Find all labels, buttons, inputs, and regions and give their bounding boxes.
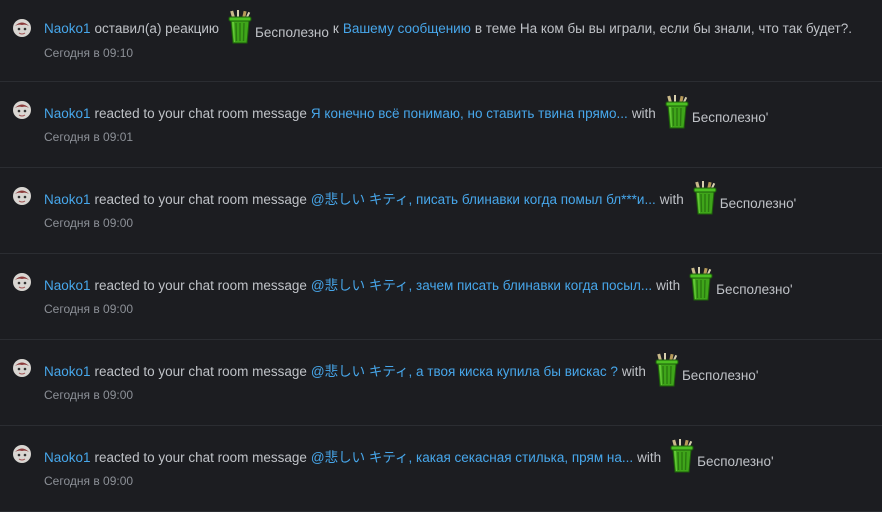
- message-link[interactable]: Я конечно всё понимаю, но ставить твина …: [311, 104, 628, 124]
- reaction-name: Бесполезно': [681, 368, 759, 383]
- reaction: Бесполезно': [654, 357, 758, 387]
- notification-item: Naoko1 reacted to your chat room message…: [0, 82, 882, 168]
- reaction-name: Бесполезно': [716, 282, 793, 297]
- notification-list: Naoko1 оставил(а) реакцию Бесполезно к В…: [0, 0, 882, 512]
- trash-bin-icon: [692, 181, 718, 215]
- with-text: with: [637, 450, 662, 465]
- reaction: Бесполезно': [664, 99, 768, 129]
- notification-item: Naoko1 reacted to your chat room message…: [0, 168, 882, 254]
- user-avatar[interactable]: [12, 100, 32, 120]
- notification-item: Naoko1 reacted to your chat room message…: [0, 426, 882, 512]
- timestamp: Сегодня в 09:10: [44, 46, 134, 60]
- timestamp: Сегодня в 09:01: [44, 130, 134, 144]
- with-text: with: [631, 106, 656, 121]
- username-link[interactable]: Naoko1: [44, 104, 91, 124]
- reaction-name: Бесполезно: [255, 25, 329, 40]
- user-avatar[interactable]: [12, 186, 32, 206]
- user-avatar[interactable]: [12, 272, 32, 292]
- with-text: with: [656, 278, 681, 293]
- trash-bin-icon: [664, 95, 690, 129]
- timestamp: Сегодня в 09:00: [44, 302, 134, 316]
- trash-bin-icon: [688, 267, 714, 301]
- username-link[interactable]: Naoko1: [44, 448, 91, 468]
- timestamp: Сегодня в 09:00: [44, 216, 134, 230]
- thread-text: в теме На ком бы вы играли, если бы знал…: [474, 21, 852, 36]
- with-text: with: [659, 192, 684, 207]
- username-link[interactable]: Naoko1: [44, 362, 91, 382]
- preposition-text: к: [332, 21, 339, 36]
- reaction-name: Бесполезно': [691, 110, 769, 125]
- notification-text: Naoko1 оставил(а) реакцию Бесполезно к В…: [44, 14, 856, 44]
- notification-text: Naoko1 reacted to your chat room message…: [44, 357, 758, 387]
- user-avatar[interactable]: [12, 444, 32, 464]
- reaction: Бесполезно: [227, 14, 329, 44]
- action-text: reacted to your chat room message: [94, 364, 307, 379]
- user-avatar[interactable]: [12, 358, 32, 378]
- notification-item: Naoko1 оставил(а) реакцию Бесполезно к В…: [0, 0, 882, 82]
- username-link[interactable]: Naoko1: [44, 276, 91, 296]
- notification-item: Naoko1 reacted to your chat room message…: [0, 254, 882, 340]
- message-link[interactable]: @悲しい キティ, зачем писать блинавки когда по…: [311, 276, 652, 296]
- message-link[interactable]: @悲しい キティ, какая секасная стилька, прям н…: [311, 448, 633, 468]
- action-text: reacted to your chat room message: [94, 106, 307, 121]
- notification-text: Naoko1 reacted to your chat room message…: [44, 271, 793, 301]
- action-text: reacted to your chat room message: [94, 192, 307, 207]
- username-link[interactable]: Naoko1: [44, 19, 91, 39]
- trash-bin-icon: [227, 10, 253, 44]
- reaction: Бесполезно': [669, 443, 774, 473]
- user-avatar[interactable]: [12, 18, 32, 38]
- message-link[interactable]: @悲しい キティ, писать блинавки когда помыл бл…: [311, 190, 656, 210]
- reaction-name: Бесполезно': [719, 196, 797, 211]
- timestamp: Сегодня в 09:00: [44, 388, 134, 402]
- message-link[interactable]: Вашему сообщению: [343, 19, 471, 39]
- notification-item: Naoko1 reacted to your chat room message…: [0, 340, 882, 426]
- notification-text: Naoko1 reacted to your chat room message…: [44, 185, 796, 215]
- action-text: reacted to your chat room message: [94, 278, 307, 293]
- with-text: with: [621, 364, 646, 379]
- action-text: оставил(а) реакцию: [94, 21, 220, 36]
- reaction: Бесполезно': [692, 185, 796, 215]
- trash-bin-icon: [654, 353, 680, 387]
- message-link[interactable]: @悲しい キティ, а твоя киска купила бы вискас …: [311, 362, 618, 382]
- trash-bin-icon: [669, 439, 695, 473]
- username-link[interactable]: Naoko1: [44, 190, 91, 210]
- action-text: reacted to your chat room message: [94, 450, 307, 465]
- reaction: Бесполезно': [688, 271, 793, 301]
- reaction-name: Бесполезно': [697, 454, 774, 469]
- notification-text: Naoko1 reacted to your chat room message…: [44, 443, 774, 473]
- timestamp: Сегодня в 09:00: [44, 474, 134, 488]
- notification-text: Naoko1 reacted to your chat room message…: [44, 99, 768, 129]
